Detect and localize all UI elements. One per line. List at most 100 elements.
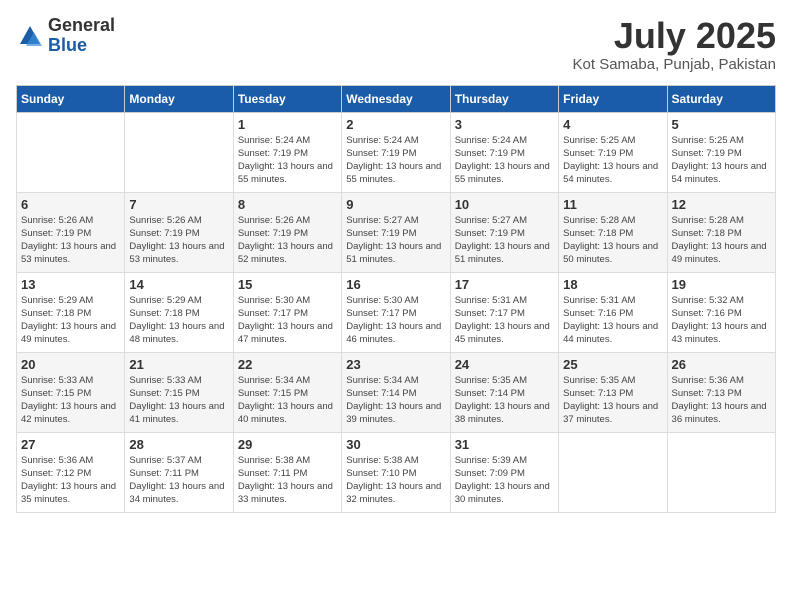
calendar-cell: 5Sunrise: 5:25 AM Sunset: 7:19 PM Daylig…	[667, 112, 775, 192]
calendar-table: SundayMondayTuesdayWednesdayThursdayFrid…	[16, 85, 776, 513]
cell-info: Sunrise: 5:26 AM Sunset: 7:19 PM Dayligh…	[21, 214, 120, 267]
day-number: 29	[238, 437, 337, 452]
day-number: 2	[346, 117, 445, 132]
day-number: 25	[563, 357, 662, 372]
cell-info: Sunrise: 5:30 AM Sunset: 7:17 PM Dayligh…	[238, 294, 337, 347]
cell-info: Sunrise: 5:30 AM Sunset: 7:17 PM Dayligh…	[346, 294, 445, 347]
logo-blue: Blue	[48, 35, 87, 55]
logo-general: General	[48, 15, 115, 35]
calendar-cell: 26Sunrise: 5:36 AM Sunset: 7:13 PM Dayli…	[667, 352, 775, 432]
calendar-cell: 29Sunrise: 5:38 AM Sunset: 7:11 PM Dayli…	[233, 432, 341, 512]
cell-info: Sunrise: 5:35 AM Sunset: 7:13 PM Dayligh…	[563, 374, 662, 427]
day-number: 21	[129, 357, 228, 372]
cell-info: Sunrise: 5:27 AM Sunset: 7:19 PM Dayligh…	[455, 214, 554, 267]
cell-info: Sunrise: 5:38 AM Sunset: 7:10 PM Dayligh…	[346, 454, 445, 507]
calendar-cell: 22Sunrise: 5:34 AM Sunset: 7:15 PM Dayli…	[233, 352, 341, 432]
calendar-week-row: 20 Sunrise: 5:33 AM Sunset: 7:15 PM Dayli…	[17, 352, 776, 432]
calendar-week-row: 13 Sunrise: 5:29 AM Sunset: 7:18 PM Dayli…	[17, 272, 776, 352]
cell-info: Sunrise: 5:29 AM Sunset: 7:18 PM Dayligh…	[129, 294, 228, 347]
cell-info: Sunrise: 5:29 AM Sunset: 7:18 PM Dayligh…	[21, 294, 120, 347]
calendar-week-row: 6Sunrise: 5:26 AM Sunset: 7:19 PM Daylig…	[17, 192, 776, 272]
calendar-cell: 25 Sunrise: 5:35 AM Sunset: 7:13 PM Dayli…	[559, 352, 667, 432]
day-number: 9	[346, 197, 445, 212]
header-day: Monday	[125, 85, 233, 112]
header-row: SundayMondayTuesdayWednesdayThursdayFrid…	[17, 85, 776, 112]
calendar-cell: 7Sunrise: 5:26 AM Sunset: 7:19 PM Daylig…	[125, 192, 233, 272]
cell-info: Sunrise: 5:32 AM Sunset: 7:16 PM Dayligh…	[672, 294, 771, 347]
page-header: General Blue July 2025 Kot Samaba, Punja…	[16, 16, 776, 73]
calendar-cell: 19 Sunrise: 5:32 AM Sunset: 7:16 PM Dayli…	[667, 272, 775, 352]
day-number: 30	[346, 437, 445, 452]
cell-info: Sunrise: 5:36 AM Sunset: 7:13 PM Dayligh…	[672, 374, 771, 427]
day-number: 24	[455, 357, 554, 372]
calendar-week-row: 1 Sunrise: 5:24 AM Sunset: 7:19 PM Daylig…	[17, 112, 776, 192]
cell-info: Sunrise: 5:28 AM Sunset: 7:18 PM Dayligh…	[672, 214, 771, 267]
day-number: 8	[238, 197, 337, 212]
cell-info: Sunrise: 5:31 AM Sunset: 7:16 PM Dayligh…	[563, 294, 662, 347]
header-day: Tuesday	[233, 85, 341, 112]
cell-info: Sunrise: 5:34 AM Sunset: 7:14 PM Dayligh…	[346, 374, 445, 427]
calendar-body: 1 Sunrise: 5:24 AM Sunset: 7:19 PM Daylig…	[17, 112, 776, 512]
cell-info: Sunrise: 5:25 AM Sunset: 7:19 PM Dayligh…	[672, 134, 771, 187]
calendar-cell: 24Sunrise: 5:35 AM Sunset: 7:14 PM Dayli…	[450, 352, 558, 432]
day-number: 27	[21, 437, 120, 452]
day-number: 3	[455, 117, 554, 132]
month-title: July 2025	[573, 16, 776, 56]
day-number: 13	[21, 277, 120, 292]
cell-info: Sunrise: 5:28 AM Sunset: 7:18 PM Dayligh…	[563, 214, 662, 267]
cell-info: Sunrise: 5:24 AM Sunset: 7:19 PM Dayligh…	[455, 134, 554, 187]
calendar-cell: 2Sunrise: 5:24 AM Sunset: 7:19 PM Daylig…	[342, 112, 450, 192]
day-number: 17	[455, 277, 554, 292]
calendar-cell: 18Sunrise: 5:31 AM Sunset: 7:16 PM Dayli…	[559, 272, 667, 352]
cell-info: Sunrise: 5:37 AM Sunset: 7:11 PM Dayligh…	[129, 454, 228, 507]
header-day: Wednesday	[342, 85, 450, 112]
calendar-cell: 1Sunrise: 5:24 AM Sunset: 7:19 PM Daylig…	[233, 112, 341, 192]
calendar-week-row: 27 Sunrise: 5:36 AM Sunset: 7:12 PM Dayli…	[17, 432, 776, 512]
logo: General Blue	[16, 16, 115, 56]
cell-info: Sunrise: 5:26 AM Sunset: 7:19 PM Dayligh…	[129, 214, 228, 267]
header-day: Sunday	[17, 85, 125, 112]
cell-info: Sunrise: 5:26 AM Sunset: 7:19 PM Dayligh…	[238, 214, 337, 267]
day-number: 1	[238, 117, 337, 132]
calendar-cell	[667, 432, 775, 512]
day-number: 23	[346, 357, 445, 372]
calendar-cell	[17, 112, 125, 192]
cell-info: Sunrise: 5:25 AM Sunset: 7:19 PM Dayligh…	[563, 134, 662, 187]
calendar-cell: 30 Sunrise: 5:38 AM Sunset: 7:10 PM Dayli…	[342, 432, 450, 512]
cell-info: Sunrise: 5:31 AM Sunset: 7:17 PM Dayligh…	[455, 294, 554, 347]
day-number: 14	[129, 277, 228, 292]
calendar-cell: 23 Sunrise: 5:34 AM Sunset: 7:14 PM Dayli…	[342, 352, 450, 432]
day-number: 16	[346, 277, 445, 292]
day-number: 19	[672, 277, 771, 292]
day-number: 10	[455, 197, 554, 212]
calendar-cell	[559, 432, 667, 512]
calendar-cell: 28Sunrise: 5:37 AM Sunset: 7:11 PM Dayli…	[125, 432, 233, 512]
cell-info: Sunrise: 5:36 AM Sunset: 7:12 PM Dayligh…	[21, 454, 120, 507]
calendar-cell: 6Sunrise: 5:26 AM Sunset: 7:19 PM Daylig…	[17, 192, 125, 272]
header-day: Thursday	[450, 85, 558, 112]
calendar-cell	[125, 112, 233, 192]
cell-info: Sunrise: 5:34 AM Sunset: 7:15 PM Dayligh…	[238, 374, 337, 427]
cell-info: Sunrise: 5:33 AM Sunset: 7:15 PM Dayligh…	[21, 374, 120, 427]
calendar-cell: 4 Sunrise: 5:25 AM Sunset: 7:19 PM Daylig…	[559, 112, 667, 192]
calendar-cell: 11 Sunrise: 5:28 AM Sunset: 7:18 PM Dayli…	[559, 192, 667, 272]
day-number: 12	[672, 197, 771, 212]
day-number: 4	[563, 117, 662, 132]
header-day: Friday	[559, 85, 667, 112]
title-block: July 2025 Kot Samaba, Punjab, Pakistan	[573, 16, 776, 73]
calendar-cell: 20 Sunrise: 5:33 AM Sunset: 7:15 PM Dayli…	[17, 352, 125, 432]
cell-info: Sunrise: 5:27 AM Sunset: 7:19 PM Dayligh…	[346, 214, 445, 267]
day-number: 20	[21, 357, 120, 372]
calendar-cell: 14 Sunrise: 5:29 AM Sunset: 7:18 PM Dayli…	[125, 272, 233, 352]
calendar-cell: 27 Sunrise: 5:36 AM Sunset: 7:12 PM Dayli…	[17, 432, 125, 512]
day-number: 15	[238, 277, 337, 292]
day-number: 11	[563, 197, 662, 212]
location-subtitle: Kot Samaba, Punjab, Pakistan	[573, 56, 776, 73]
cell-info: Sunrise: 5:33 AM Sunset: 7:15 PM Dayligh…	[129, 374, 228, 427]
cell-info: Sunrise: 5:39 AM Sunset: 7:09 PM Dayligh…	[455, 454, 554, 507]
day-number: 31	[455, 437, 554, 452]
calendar-cell: 13 Sunrise: 5:29 AM Sunset: 7:18 PM Dayli…	[17, 272, 125, 352]
calendar-cell: 15 Sunrise: 5:30 AM Sunset: 7:17 PM Dayli…	[233, 272, 341, 352]
calendar-cell: 31 Sunrise: 5:39 AM Sunset: 7:09 PM Dayli…	[450, 432, 558, 512]
calendar-cell: 16 Sunrise: 5:30 AM Sunset: 7:17 PM Dayli…	[342, 272, 450, 352]
